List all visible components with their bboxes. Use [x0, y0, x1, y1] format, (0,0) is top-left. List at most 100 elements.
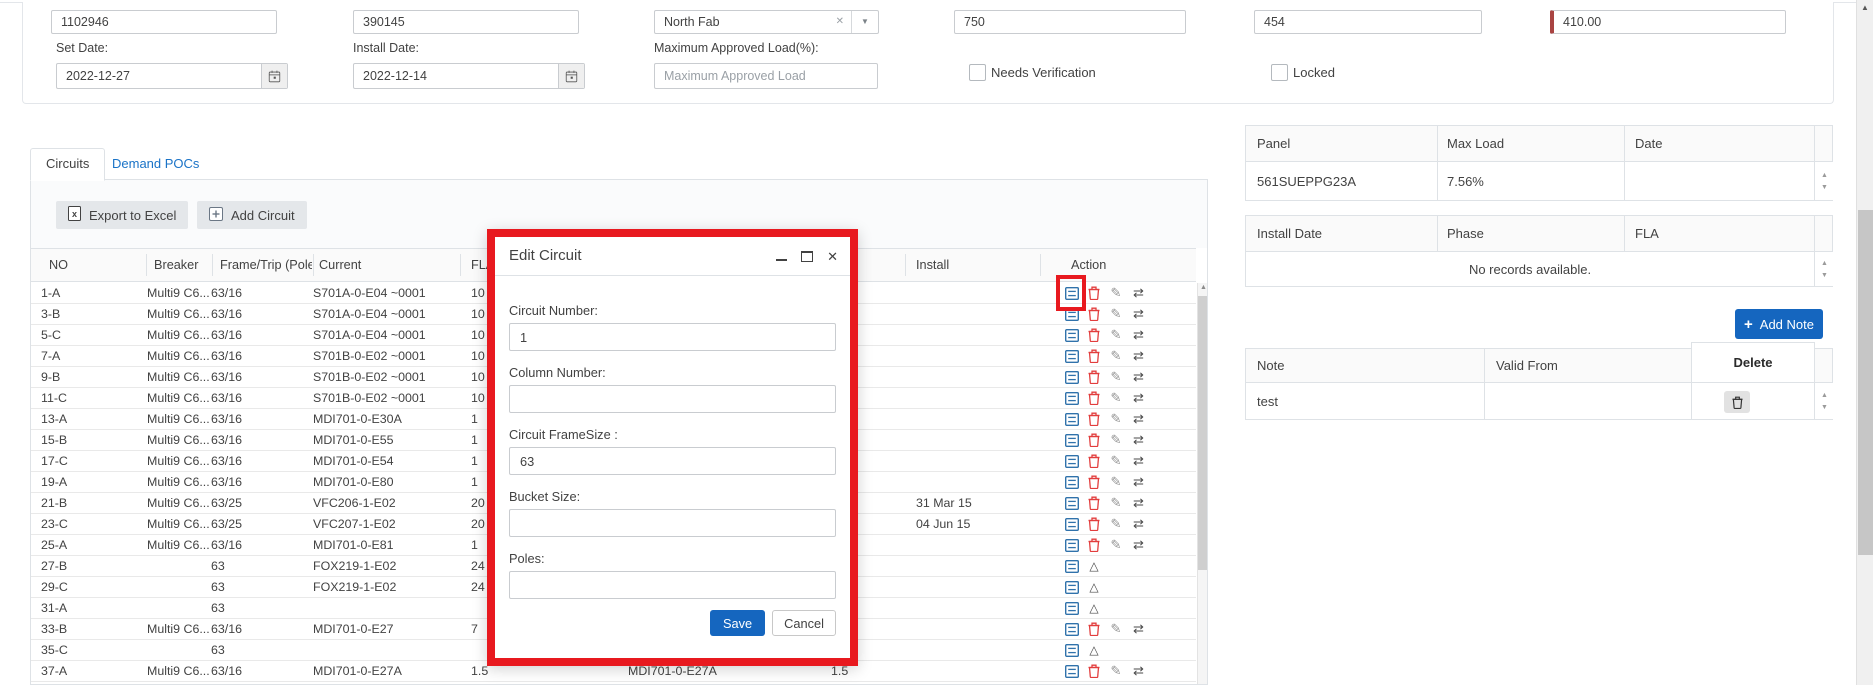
- poles-input[interactable]: [509, 571, 836, 599]
- install-date-input[interactable]: [354, 64, 552, 88]
- set-date-input[interactable]: [57, 64, 255, 88]
- scroll-up-icon[interactable]: ▲: [1198, 284, 1208, 291]
- save-button[interactable]: Save: [710, 610, 765, 636]
- edit-circuit-icon[interactable]: [1065, 621, 1079, 637]
- fab-select[interactable]: North Fab ✕ ▼: [654, 10, 879, 34]
- edit-circuit-icon[interactable]: [1065, 348, 1079, 364]
- edit-circuit-icon[interactable]: [1065, 453, 1079, 469]
- swap-icon[interactable]: ⇄: [1131, 453, 1145, 469]
- edit-icon[interactable]: ✎: [1109, 453, 1123, 469]
- edit-icon[interactable]: ✎: [1109, 432, 1123, 448]
- edit-circuit-icon[interactable]: [1065, 516, 1079, 532]
- edit-circuit-icon[interactable]: [1065, 411, 1079, 427]
- delete-icon[interactable]: [1087, 390, 1101, 406]
- edit-icon[interactable]: ✎: [1109, 621, 1123, 637]
- col-phase[interactable]: Phase: [1447, 226, 1484, 241]
- scroll-up-icon[interactable]: ▲: [1821, 172, 1828, 179]
- delete-icon[interactable]: [1087, 432, 1101, 448]
- add-circuit-button[interactable]: Add Circuit: [197, 201, 307, 229]
- delete-note-button[interactable]: [1724, 391, 1750, 413]
- field-6-input[interactable]: [1550, 10, 1786, 34]
- edit-icon[interactable]: ✎: [1109, 495, 1123, 511]
- edit-circuit-icon[interactable]: [1065, 390, 1079, 406]
- edit-circuit-icon[interactable]: [1065, 558, 1079, 574]
- circuit-framesize-input[interactable]: [509, 447, 836, 475]
- col-frame-trip[interactable]: Frame/Trip (Poles: [220, 249, 312, 281]
- scroll-down-icon[interactable]: ▼: [1821, 272, 1828, 279]
- delete-icon[interactable]: [1087, 516, 1101, 532]
- col-action[interactable]: Action: [1071, 249, 1181, 281]
- edit-icon[interactable]: ✎: [1109, 285, 1123, 301]
- edit-circuit-icon[interactable]: [1065, 327, 1079, 343]
- edit-icon[interactable]: ✎: [1109, 537, 1123, 553]
- swap-icon[interactable]: ⇄: [1131, 663, 1145, 679]
- swap-icon[interactable]: ⇄: [1131, 621, 1145, 637]
- delete-icon[interactable]: [1087, 663, 1101, 679]
- calendar-icon[interactable]: [558, 64, 584, 88]
- delete-icon[interactable]: [1087, 327, 1101, 343]
- delete-icon[interactable]: [1087, 285, 1101, 301]
- edit-icon[interactable]: ✎: [1109, 306, 1123, 322]
- max-approved-load-input[interactable]: [654, 63, 878, 89]
- edit-circuit-icon[interactable]: [1065, 306, 1079, 322]
- tab-demand-pocs[interactable]: Demand POCs: [112, 156, 199, 171]
- tab-circuits[interactable]: Circuits: [30, 148, 105, 181]
- swap-icon[interactable]: ⇄: [1131, 516, 1145, 532]
- col-note[interactable]: Note: [1257, 358, 1284, 373]
- swap-icon[interactable]: ⇄: [1131, 432, 1145, 448]
- field-5-input[interactable]: [1254, 10, 1482, 34]
- delete-icon[interactable]: [1087, 537, 1101, 553]
- col-delete[interactable]: Delete: [1691, 342, 1815, 383]
- chevron-down-icon[interactable]: ▼: [851, 11, 878, 33]
- field-1-input[interactable]: [51, 10, 277, 34]
- delete-icon[interactable]: [1087, 306, 1101, 322]
- col-install-date[interactable]: Install Date: [1257, 226, 1322, 241]
- add-note-button[interactable]: + Add Note: [1735, 309, 1823, 339]
- scroll-down-icon[interactable]: ▼: [1821, 404, 1828, 411]
- col-date[interactable]: Date: [1635, 136, 1662, 151]
- edit-icon[interactable]: ✎: [1109, 327, 1123, 343]
- edit-circuit-icon[interactable]: [1065, 579, 1079, 595]
- col-no[interactable]: NO: [49, 249, 144, 281]
- edit-icon[interactable]: ✎: [1109, 663, 1123, 679]
- calendar-icon[interactable]: [261, 64, 287, 88]
- edit-circuit-icon[interactable]: [1065, 537, 1079, 553]
- close-icon[interactable]: ✕: [827, 250, 838, 263]
- column-number-input[interactable]: [509, 385, 836, 413]
- swap-icon[interactable]: ⇄: [1131, 348, 1145, 364]
- grid-scrollbar[interactable]: ▲: [1197, 283, 1208, 684]
- locked-checkbox[interactable]: [1271, 64, 1288, 81]
- scroll-up-icon[interactable]: ▲: [1857, 3, 1873, 12]
- page-scrollbar[interactable]: ▲: [1856, 0, 1873, 685]
- swap-icon[interactable]: ⇄: [1131, 495, 1145, 511]
- minimize-icon[interactable]: [776, 259, 787, 261]
- swap-icon[interactable]: ⇄: [1131, 327, 1145, 343]
- scroll-up-icon[interactable]: ▲: [1821, 392, 1828, 399]
- edit-circuit-icon[interactable]: [1065, 600, 1079, 616]
- delete-icon[interactable]: [1087, 411, 1101, 427]
- clear-icon[interactable]: ✕: [836, 16, 844, 27]
- grid-scrollbar-thumb[interactable]: [1198, 296, 1208, 570]
- swap-icon[interactable]: ⇄: [1131, 537, 1145, 553]
- col-panel[interactable]: Panel: [1257, 136, 1290, 151]
- swap-icon[interactable]: ⇄: [1131, 285, 1145, 301]
- delete-icon[interactable]: [1087, 495, 1101, 511]
- edit-icon[interactable]: ✎: [1109, 411, 1123, 427]
- col-breaker[interactable]: Breaker: [154, 249, 210, 281]
- swap-icon[interactable]: ⇄: [1131, 474, 1145, 490]
- cancel-button[interactable]: Cancel: [772, 610, 836, 636]
- edit-circuit-icon[interactable]: [1065, 369, 1079, 385]
- field-4-input[interactable]: [954, 10, 1186, 34]
- edit-icon[interactable]: ✎: [1109, 516, 1123, 532]
- page-scrollbar-thumb[interactable]: [1858, 210, 1873, 555]
- delete-icon[interactable]: [1087, 474, 1101, 490]
- col-max-load[interactable]: Max Load: [1447, 136, 1504, 151]
- edit-circuit-icon[interactable]: [1065, 432, 1079, 448]
- edit-circuit-icon[interactable]: [1065, 285, 1079, 301]
- col-valid-from[interactable]: Valid From: [1496, 358, 1558, 373]
- swap-icon[interactable]: ⇄: [1131, 390, 1145, 406]
- col-install[interactable]: Install: [916, 249, 1036, 281]
- edit-icon[interactable]: ✎: [1109, 369, 1123, 385]
- needs-verification-checkbox[interactable]: [969, 64, 986, 81]
- delete-icon[interactable]: [1087, 369, 1101, 385]
